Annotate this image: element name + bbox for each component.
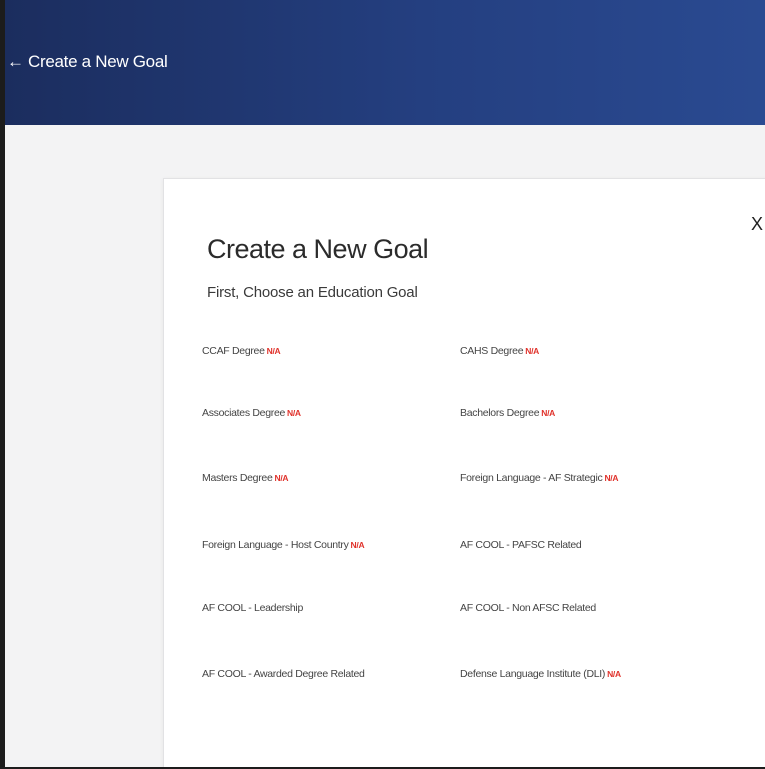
goal-option-label: Masters Degree xyxy=(202,472,273,484)
goal-option-label: AF COOL - Awarded Degree Related xyxy=(202,668,365,680)
goal-option-ccaf-degree[interactable]: CCAF Degree N/A xyxy=(202,345,281,357)
back-button[interactable]: ← Create a New Goal xyxy=(7,52,168,72)
na-badge: N/A xyxy=(525,346,539,356)
goal-option-af-cool-awarded-degree-related[interactable]: AF COOL - Awarded Degree Related xyxy=(202,668,367,680)
na-badge: N/A xyxy=(266,346,281,356)
na-badge: N/A xyxy=(607,669,621,679)
goal-option-label: CCAF Degree xyxy=(202,345,265,357)
goal-option-associates-degree[interactable]: Associates Degree N/A xyxy=(202,407,301,419)
modal-title: Create a New Goal xyxy=(207,234,429,264)
goal-option-label: CAHS Degree xyxy=(460,345,524,357)
na-badge: N/A xyxy=(287,408,301,418)
close-icon[interactable]: X xyxy=(751,214,763,234)
goal-option-label: Associates Degree xyxy=(202,407,286,419)
goal-option-label: Foreign Language - AF Strategic xyxy=(460,472,603,484)
goal-option-af-cool-leadership[interactable]: AF COOL - Leadership xyxy=(202,602,305,614)
goal-option-af-cool-pafsc-related[interactable]: AF COOL - PAFSC Related xyxy=(460,539,583,551)
goal-option-label: AF COOL - PAFSC Related xyxy=(460,539,582,551)
goal-option-masters-degree[interactable]: Masters Degree N/A xyxy=(202,472,289,484)
goal-option-af-cool-non-afsc-related[interactable]: AF COOL - Non AFSC Related xyxy=(460,602,598,614)
back-arrow-icon: ← xyxy=(7,52,24,71)
goal-option-label: Foreign Language - Host Country xyxy=(202,539,349,551)
app-frame: ← Create a New Goal X Create a New Goal … xyxy=(0,0,765,769)
goal-option-label: AF COOL - Leadership xyxy=(202,602,303,614)
create-goal-modal: X Create a New Goal First, Choose an Edu… xyxy=(163,178,765,767)
goal-option-cahs-degree[interactable]: CAHS Degree N/A xyxy=(460,345,539,357)
goal-option-label: Defense Language Institute (DLI) xyxy=(460,668,606,680)
goal-option-bachelors-degree[interactable]: Bachelors Degree N/A xyxy=(460,407,555,419)
goal-option-foreign-language-af-strategic[interactable]: Foreign Language - AF Strategic N/A xyxy=(460,472,619,484)
goal-option-label: Bachelors Degree xyxy=(460,407,540,419)
back-label: Create a New Goal xyxy=(28,52,168,71)
na-badge: N/A xyxy=(604,473,619,483)
page-header: ← Create a New Goal xyxy=(5,0,765,125)
na-badge: N/A xyxy=(274,473,289,483)
goal-option-foreign-language-host-country[interactable]: Foreign Language - Host Country N/A xyxy=(202,539,365,551)
na-badge: N/A xyxy=(350,540,365,550)
goal-option-defense-language-institute[interactable]: Defense Language Institute (DLI) N/A xyxy=(460,668,621,680)
na-badge: N/A xyxy=(541,408,555,418)
modal-subtitle: First, Choose an Education Goal xyxy=(207,284,418,301)
goal-option-label: AF COOL - Non AFSC Related xyxy=(460,602,596,614)
